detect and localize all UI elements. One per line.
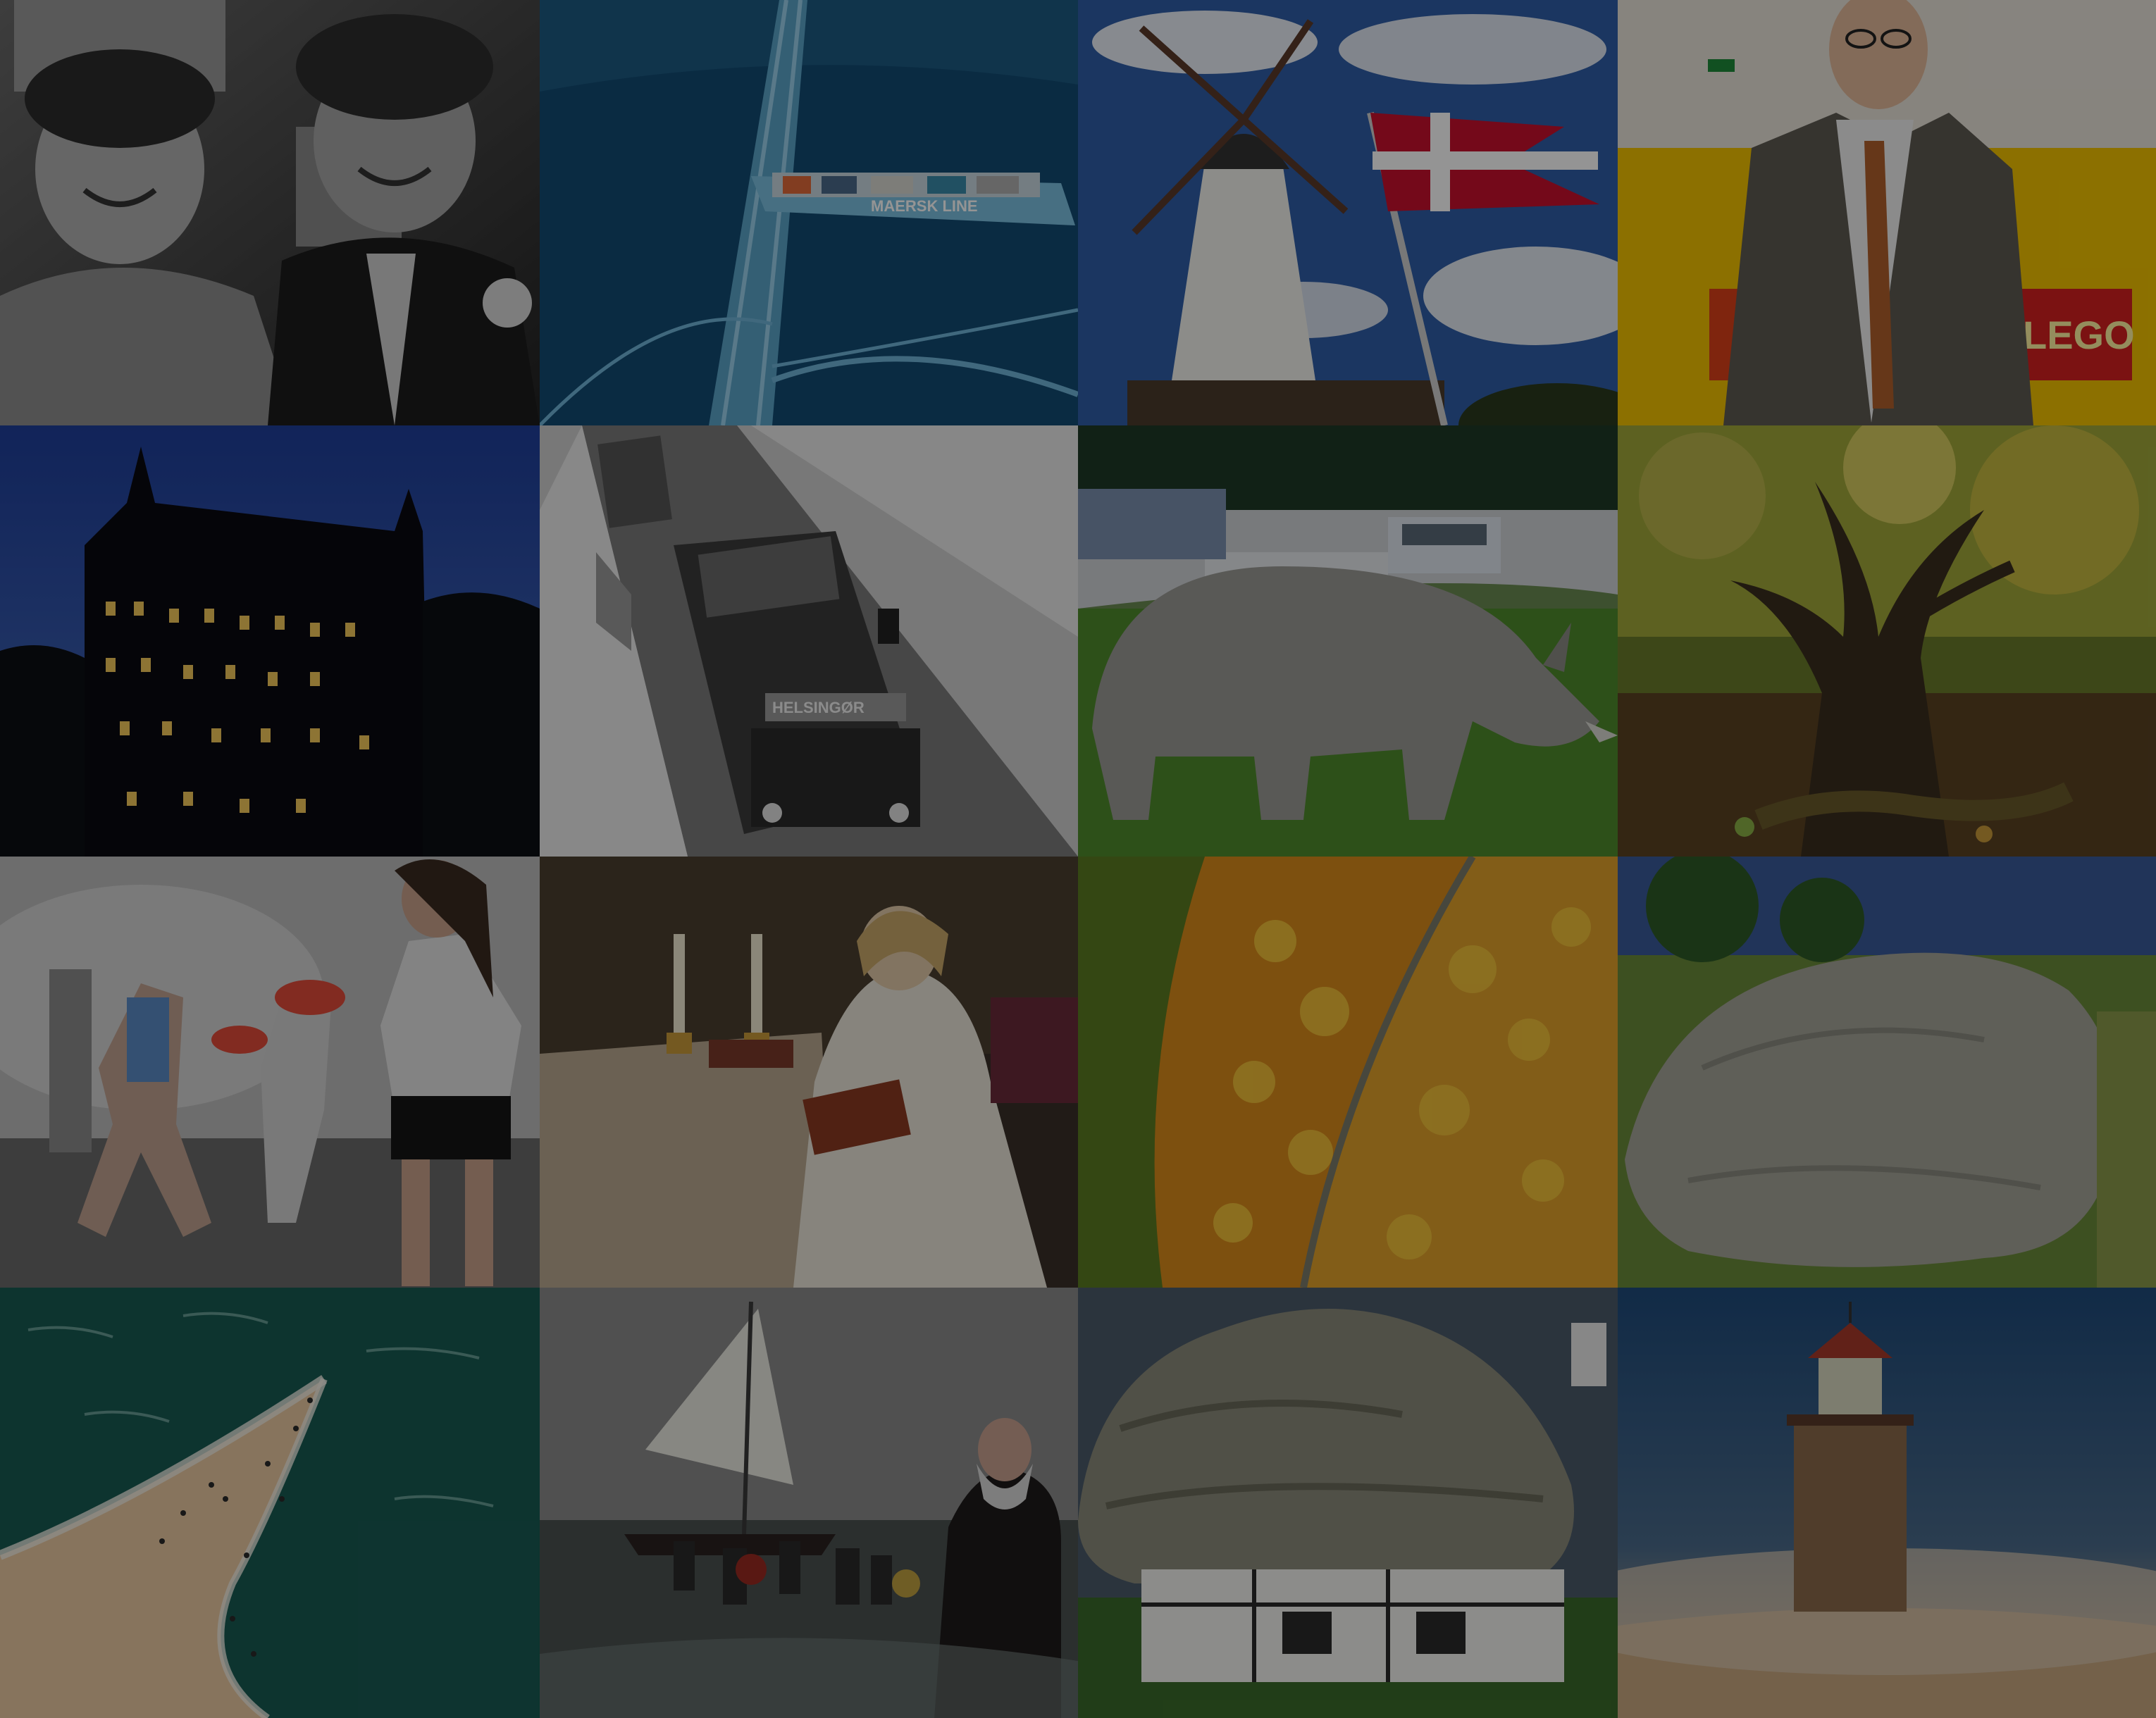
photo-man-lego-backdrop: LEGO bbox=[1618, 0, 2156, 425]
photo-autumn-oak bbox=[1618, 425, 2156, 857]
photo-mosaic: MAERSK LINE LEGO HELSINGØR bbox=[0, 0, 2156, 1718]
photo-aerial-sand-spit bbox=[0, 1288, 540, 1718]
bus-destination-text: HELSINGØR bbox=[772, 699, 865, 716]
ship-hull-text: MAERSK LINE bbox=[871, 197, 978, 215]
photo-vintage-buses-snow: HELSINGØR bbox=[540, 425, 1078, 857]
photo-two-men-portrait bbox=[0, 0, 540, 425]
photo-painting-woman-reading bbox=[540, 857, 1078, 1288]
photo-castle-dusk bbox=[0, 425, 540, 857]
photo-giant-boulder bbox=[1618, 857, 2156, 1288]
photo-runners-water bbox=[0, 857, 540, 1288]
photo-aerial-autumn-forest bbox=[1078, 857, 1618, 1288]
photo-lighthouse-mist bbox=[1618, 1288, 2156, 1718]
lego-logo-text: LEGO bbox=[2023, 313, 2135, 357]
photo-house-under-rock bbox=[1078, 1288, 1618, 1718]
photo-rhino-grazing bbox=[1078, 425, 1618, 857]
photo-bridge-container-ship: MAERSK LINE bbox=[540, 0, 1078, 425]
photo-windmill-flag bbox=[1078, 0, 1618, 425]
photo-vikings-wading-ashore bbox=[540, 1288, 1078, 1718]
